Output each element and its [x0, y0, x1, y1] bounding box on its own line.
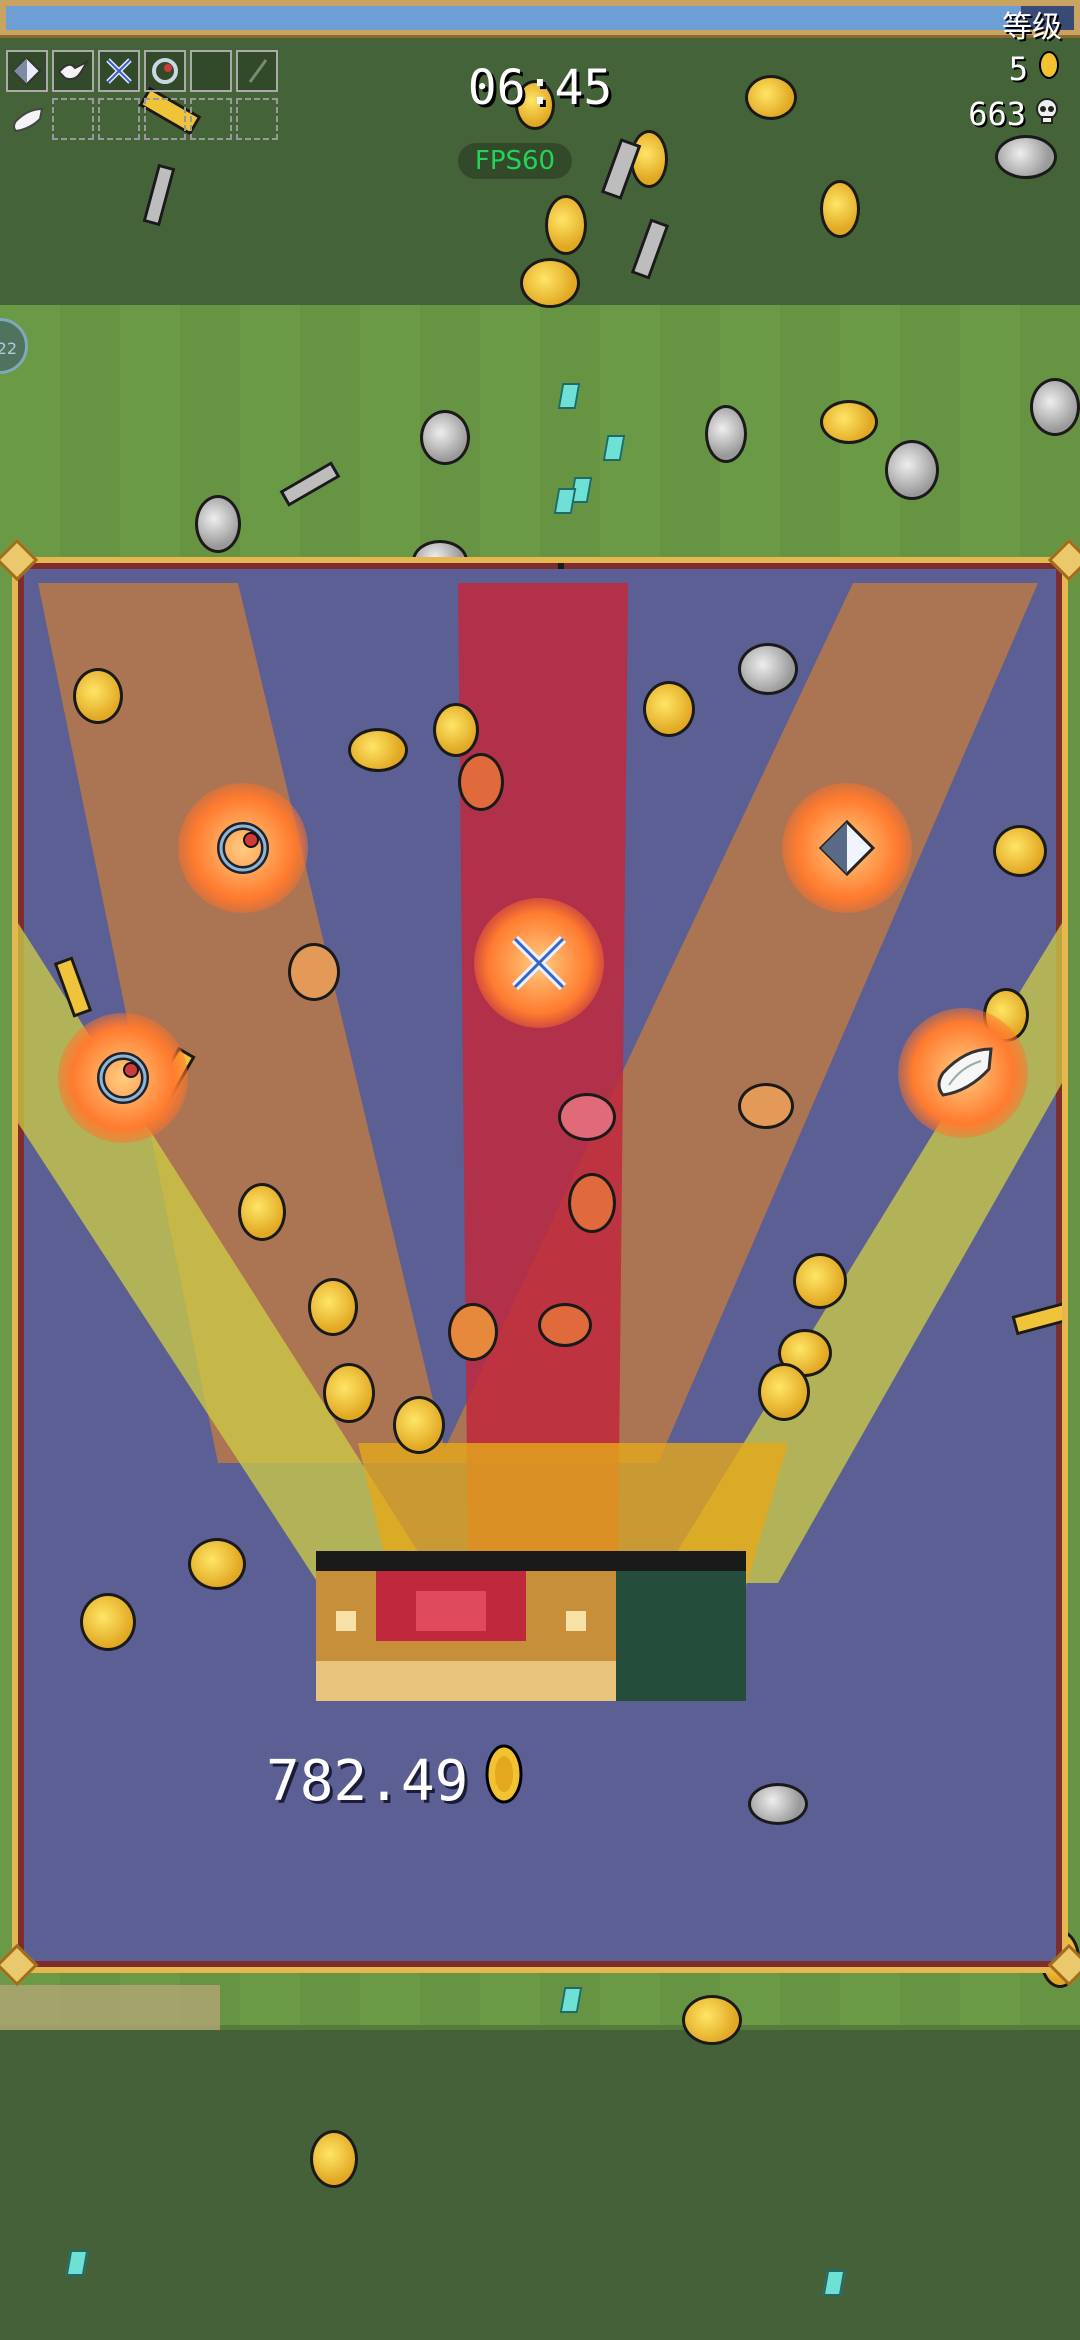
gold-coin	[643, 681, 695, 737]
clock-lancet-icon	[97, 1052, 149, 1104]
gold-coin	[323, 1363, 375, 1423]
bronze-coin	[738, 1083, 794, 1129]
bronze-coin	[538, 1303, 592, 1347]
gold-coin	[393, 1396, 445, 1454]
gold-coin	[758, 1363, 810, 1421]
gold-coin	[310, 2130, 358, 2188]
silver-coin	[885, 440, 939, 500]
gold-counter: 5	[1009, 50, 1060, 88]
gold-coin	[73, 668, 123, 724]
gold-coin	[80, 1593, 136, 1651]
skull-icon	[1034, 95, 1060, 133]
gold-coin	[520, 258, 580, 308]
silver-coin	[195, 495, 241, 553]
bronze-coin	[288, 943, 340, 1001]
treasure-chest	[316, 1551, 746, 1701]
silver-coin	[738, 643, 798, 695]
gold-coin	[820, 400, 878, 444]
experience-bar: 等级	[0, 0, 1080, 45]
reward-orb	[898, 1008, 1028, 1138]
bronze-coin	[568, 1173, 616, 1233]
silver-coin	[1030, 378, 1080, 436]
chest-gold-amount: 782.49	[266, 1743, 524, 1819]
wings-icon	[937, 1047, 993, 1097]
gold-coin	[820, 180, 860, 238]
reward-orb	[58, 1013, 188, 1143]
coin-icon	[1038, 50, 1060, 88]
coin-icon	[484, 1743, 524, 1819]
gold-coin	[993, 825, 1047, 877]
gold-coin	[308, 1278, 358, 1336]
dark-grass-band-bottom	[0, 2030, 1080, 2340]
diamond-shard-icon	[818, 819, 876, 877]
gold-coin	[348, 728, 408, 772]
bronze-coin	[458, 753, 504, 811]
gold-count: 5	[1008, 50, 1028, 88]
bronze-coin	[448, 1303, 498, 1361]
reward-orb	[474, 898, 604, 1028]
kill-counter: 663	[968, 95, 1060, 133]
gold-coin	[545, 195, 587, 255]
level-label: 等级	[1002, 10, 1062, 45]
survival-timer: 06:45	[467, 60, 613, 116]
reward-orb	[178, 783, 308, 913]
gold-coin	[433, 703, 479, 757]
gold-coin	[238, 1183, 286, 1241]
clock-lancet-icon	[217, 822, 269, 874]
treasure-chest-panel[interactable]: 782.49	[12, 557, 1068, 1973]
amount-value: 782.49	[266, 1748, 469, 1814]
gold-coin	[682, 1995, 742, 2045]
gold-bar	[558, 563, 564, 569]
gold-coin	[793, 1253, 847, 1309]
silver-coin	[705, 405, 747, 463]
dirt-path	[0, 1985, 220, 2030]
light-beams	[18, 583, 1062, 1613]
silver-coin	[995, 135, 1057, 179]
crossed-blades-icon	[511, 935, 567, 991]
gold-coin	[188, 1538, 246, 1590]
fps-counter: FPS60	[458, 143, 572, 179]
reward-orb	[782, 783, 912, 913]
silver-coin	[420, 410, 470, 465]
silver-coin	[748, 1783, 808, 1825]
kill-count: 663	[968, 95, 1026, 133]
bronze-coin	[558, 1093, 616, 1141]
experience-fill	[6, 6, 1021, 30]
